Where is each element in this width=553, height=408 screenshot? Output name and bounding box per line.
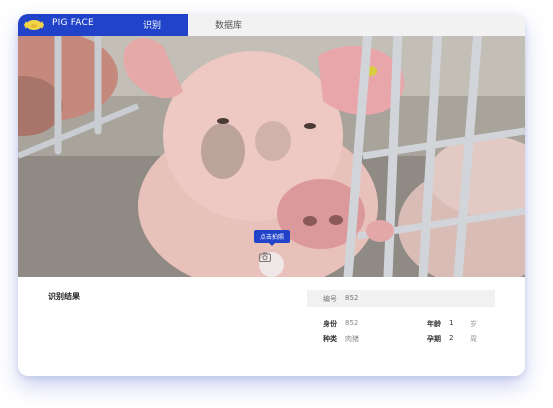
capture-button[interactable] (259, 252, 284, 277)
nav-database[interactable]: 数据库 (215, 18, 242, 31)
age-unit: 岁 (470, 320, 477, 328)
top-bar: PIG FACE 识别 数据库 (18, 14, 525, 36)
breed-value: 肉猪 (345, 335, 359, 343)
identity-value: 852 (345, 319, 359, 327)
pregnancy-value: 2 (449, 334, 454, 342)
pig-icon (24, 20, 44, 30)
brand-bar: PIG FACE 识别 (18, 14, 188, 36)
pregnancy-label: 孕期 (427, 335, 441, 343)
id-label: 编号 (323, 295, 337, 303)
brand-name: PIG FACE (52, 18, 94, 28)
camera-preview[interactable]: 点击拍照 (18, 36, 525, 277)
breed-label: 种类 (323, 335, 337, 343)
nav-recognize[interactable]: 识别 (143, 18, 161, 31)
id-value: 852 (345, 294, 359, 302)
capture-tooltip[interactable]: 点击拍照 (254, 230, 290, 246)
identity-label: 身份 (323, 320, 337, 328)
age-label: 年龄 (427, 320, 441, 328)
result-title: 识别结果 (48, 292, 80, 301)
pregnancy-unit: 周 (470, 335, 477, 343)
age-value: 1 (449, 319, 454, 327)
camera-icon (259, 252, 271, 262)
app-window: PIG FACE 识别 数据库 点击拍照 识别结果 编号 852 身份 852 … (18, 14, 525, 376)
